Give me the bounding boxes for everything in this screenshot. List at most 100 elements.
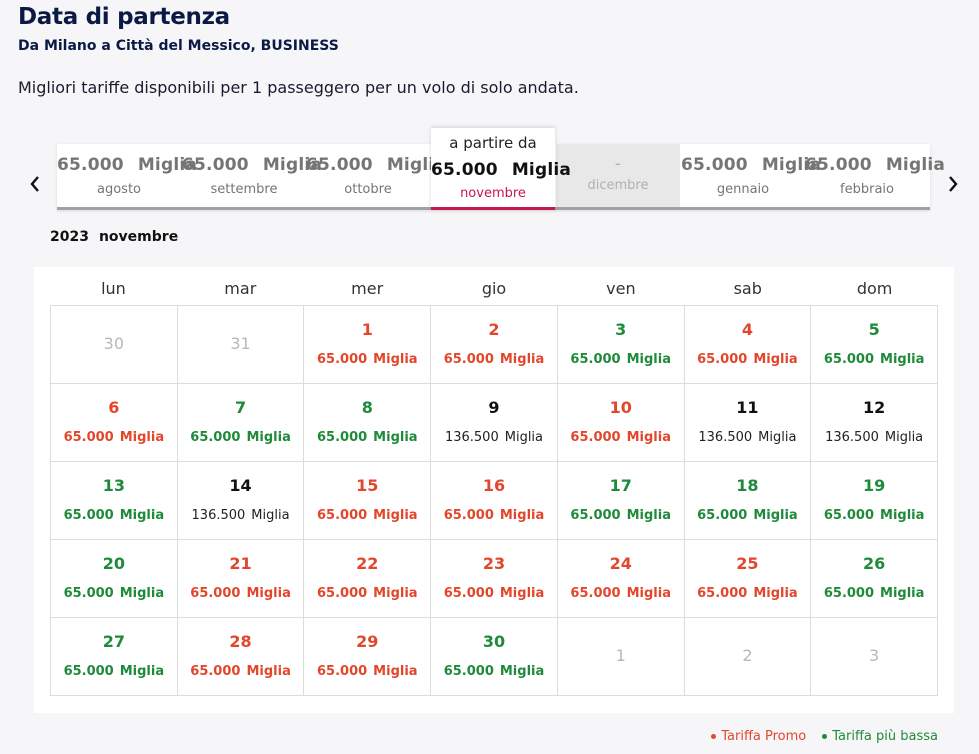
day-price-value: 65.000 [317,508,368,523]
day-price-value: 65.000 [443,664,494,679]
month-tab-label: novembre [460,186,526,201]
day-number: 8 [361,398,373,417]
month-tab-agosto[interactable]: 65.000 Miglia agosto [57,144,197,207]
prev-month-button[interactable] [23,170,47,198]
day-price-unit: Miglia [373,586,418,601]
calendar-day[interactable]: 16 65.000 Miglia [431,462,558,540]
day-price: 65.000 Miglia [51,664,177,679]
calendar-day[interactable]: 26 65.000 Miglia [811,540,938,618]
calendar-day[interactable]: 6 65.000 Miglia [51,384,178,462]
day-price-unit: Miglia [499,586,545,601]
legend-promo: Tariffa Promo [711,729,806,744]
weekday-lun: lun [101,279,126,298]
day-price-unit: Miglia [373,352,418,367]
day-price-unit: Miglia [504,430,544,445]
calendar-day[interactable]: 27 65.000 Miglia [51,618,178,696]
day-price: 65.000 Miglia [431,508,557,523]
month-tab-gennaio[interactable]: 65.000 Miglia gennaio [681,144,821,207]
calendar-day[interactable]: 8 65.000 Miglia [304,384,432,462]
day-price: 65.000 Miglia [558,508,684,523]
day-price-value: 65.000 [823,352,875,367]
day-price-unit: Miglia [753,352,798,367]
day-price-value: 65.000 [697,352,748,367]
day-price-value: 65.000 [570,352,621,367]
calendar-day[interactable]: 7 65.000 Miglia [177,384,305,462]
month-tab-novembre[interactable]: a partire da 65.000 Miglia novembre [431,128,571,210]
month-tab-price: 65.000 Miglia [57,155,197,175]
day-price-value: 65.000 [317,430,368,445]
calendar-day[interactable]: 28 65.000 Miglia [177,618,305,696]
month-tab-price-value: 65.000 [57,155,124,175]
calendar-day[interactable]: 21 65.000 Miglia [177,540,305,618]
day-price-unit: Miglia [753,586,798,601]
day-price: 65.000 Miglia [558,586,684,601]
calendar-day[interactable]: 18 65.000 Miglia [684,462,812,540]
calendar-day[interactable]: 4 65.000 Miglia [684,306,812,384]
calendar-day[interactable]: 5 65.000 Miglia [811,306,938,384]
day-price-unit: Miglia [373,664,418,679]
month-tab-label: ottobre [344,182,392,197]
day-number: 26 [863,554,886,573]
day-price-value: 65.000 [190,664,241,679]
day-price: 65.000 Miglia [51,586,177,601]
day-number: 9 [488,398,500,417]
day-price-value: 136.500 [444,430,499,445]
calendar-day[interactable]: 11 136.500 Miglia [684,384,812,462]
month-tab-price-unit: Miglia [511,160,572,180]
legend-lowest-label: Tariffa più bassa [832,729,938,744]
calendar-day[interactable]: 14 136.500 Miglia [177,462,305,540]
day-price: 65.000 Miglia [811,508,937,523]
calendar-day[interactable]: 13 65.000 Miglia [51,462,178,540]
day-number: 18 [736,476,759,495]
day-price: 65.000 Miglia [558,430,684,445]
day-price-value: 65.000 [823,508,875,523]
month-tab-price: 65.000 Miglia [182,155,322,175]
day-price-unit: Miglia [884,430,924,445]
calendar-day[interactable]: 23 65.000 Miglia [431,540,558,618]
calendar-day[interactable]: 3 65.000 Miglia [557,306,685,384]
day-price: 65.000 Miglia [431,664,557,679]
month-tab-price-value: 65.000 [431,160,498,180]
day-number: 3 [615,320,627,339]
calendar-day[interactable]: 24 65.000 Miglia [557,540,685,618]
calendar-day[interactable]: 9 136.500 Miglia [431,384,558,462]
day-price: 65.000 Miglia [685,586,811,601]
day-price: 65.000 Miglia [304,586,430,601]
calendar-day[interactable]: 10 65.000 Miglia [557,384,685,462]
day-number: 2 [742,646,753,665]
day-price: 65.000 Miglia [178,586,304,601]
day-price-value: 65.000 [443,586,494,601]
day-price-unit: Miglia [119,586,165,601]
calendar-day[interactable]: 19 65.000 Miglia [811,462,938,540]
month-tab-label: febbraio [840,182,894,197]
calendar-day[interactable]: 15 65.000 Miglia [304,462,432,540]
day-price-unit: Miglia [499,508,545,523]
calendar-day[interactable]: 17 65.000 Miglia [557,462,685,540]
calendar-day[interactable]: 20 65.000 Miglia [51,540,178,618]
calendar-day[interactable]: 29 65.000 Miglia [304,618,432,696]
day-price-unit: Miglia [246,430,291,445]
day-price: 136.500 Miglia [811,430,937,445]
calendar-day[interactable]: 30 65.000 Miglia [431,618,558,696]
calendar-day[interactable]: 1 65.000 Miglia [304,306,432,384]
day-price-value: 136.500 [191,508,246,523]
day-price-value: 65.000 [443,352,494,367]
calendar: lun mar mer gio ven sab dom 30 31 1 65.000 Miglia 2… [34,267,954,713]
calendar-day[interactable]: 25 65.000 Miglia [684,540,812,618]
route-subtitle: Da Milano a Città del Messico, BUSINESS [18,38,339,54]
month-tab-febbraio[interactable]: 65.000 Miglia febbraio [805,144,945,207]
day-price: 65.000 Miglia [304,430,430,445]
calendar-day[interactable]: 2 65.000 Miglia [431,306,558,384]
month-tab-price-value: 65.000 [306,155,373,175]
weekday-mer: mer [351,279,384,298]
day-price-value: 65.000 [697,586,748,601]
chevron-right-icon [949,176,958,192]
month-tab-settembre[interactable]: 65.000 Miglia settembre [182,144,322,207]
day-price-value: 65.000 [570,508,621,523]
day-number: 20 [102,554,125,573]
calendar-day[interactable]: 22 65.000 Miglia [304,540,432,618]
day-price-unit: Miglia [119,508,165,523]
calendar-day[interactable]: 12 136.500 Miglia [811,384,938,462]
legend: Tariffa Promo Tariffa più bassa [711,729,938,744]
month-tab-ottobre[interactable]: 65.000 Miglia ottobre [306,144,446,207]
